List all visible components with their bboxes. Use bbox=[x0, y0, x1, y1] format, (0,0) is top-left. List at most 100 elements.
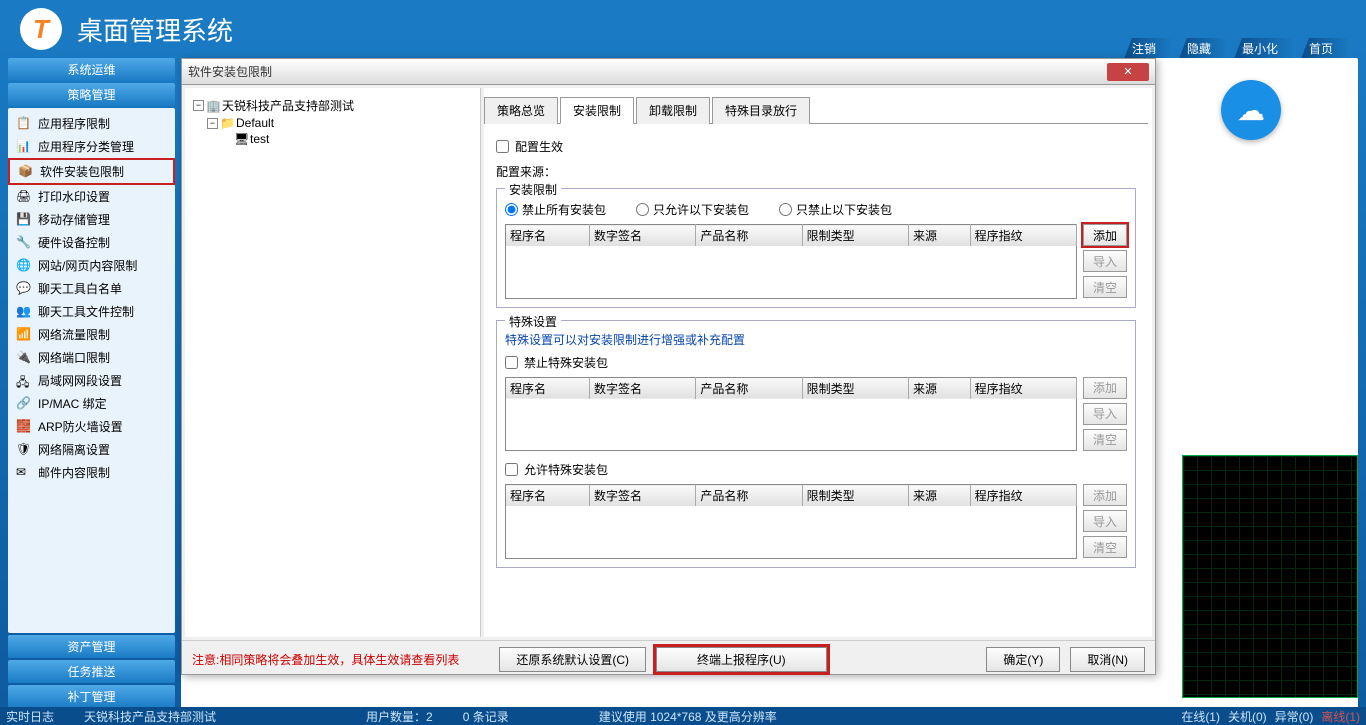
tree-root[interactable]: −🏢天锐科技产品支持部测试 bbox=[193, 96, 472, 115]
add-button[interactable]: 添加 bbox=[1083, 484, 1127, 506]
col-program[interactable]: 程序名 bbox=[506, 377, 590, 399]
sidebar-item-install-restrict[interactable]: 📦软件安装包限制 bbox=[8, 158, 175, 185]
tab-install[interactable]: 安装限制 bbox=[560, 97, 634, 124]
sidebar-item-isolation[interactable]: 🛡网络隔离设置 bbox=[8, 438, 175, 461]
tree-default[interactable]: −📁Default bbox=[207, 115, 472, 131]
sidebar-item-web-restrict[interactable]: 🌐网站/网页内容限制 bbox=[8, 254, 175, 277]
radio-allow-only[interactable]: 只允许以下安装包 bbox=[636, 201, 749, 218]
sidebar-item-app-category[interactable]: 📊应用程序分类管理 bbox=[8, 135, 175, 158]
col-type[interactable]: 限制类型 bbox=[802, 225, 908, 247]
sidebar-footer-patch[interactable]: 补丁管理 bbox=[8, 685, 175, 708]
traffic-icon: 📶 bbox=[16, 327, 32, 343]
col-source[interactable]: 来源 bbox=[909, 485, 971, 507]
tree-label: test bbox=[250, 132, 269, 146]
sidebar-item-usb[interactable]: 💾移动存储管理 bbox=[8, 208, 175, 231]
radio-label: 只禁止以下安装包 bbox=[796, 201, 892, 218]
col-fingerprint[interactable]: 程序指纹 bbox=[970, 225, 1076, 247]
radio-input[interactable] bbox=[779, 203, 792, 216]
sidebar-header-system[interactable]: 系统运维 bbox=[8, 58, 175, 81]
footer-note: 注意:相同策略将会叠加生效，具体生效请查看列表 bbox=[192, 651, 459, 668]
enable-config-checkbox[interactable] bbox=[496, 140, 509, 153]
tab-overview[interactable]: 策略总览 bbox=[484, 97, 558, 124]
collapse-icon[interactable]: − bbox=[193, 100, 204, 111]
add-button[interactable]: 添加 bbox=[1083, 224, 1127, 246]
col-fingerprint[interactable]: 程序指纹 bbox=[970, 377, 1076, 399]
status-log[interactable]: 实时日志 bbox=[6, 708, 54, 725]
forbid-special-table[interactable]: 程序名 数字签名 产品名称 限制类型 来源 程序指纹 bbox=[505, 377, 1077, 452]
radio-label: 禁止所有安装包 bbox=[522, 201, 606, 218]
sidebar-footer-asset[interactable]: 资产管理 bbox=[8, 635, 175, 658]
ok-button[interactable]: 确定(Y) bbox=[986, 647, 1060, 672]
nav-logout[interactable]: 注销 bbox=[1124, 38, 1174, 59]
allow-special-checkbox[interactable] bbox=[505, 463, 518, 476]
sidebar-item-label: IP/MAC 绑定 bbox=[38, 395, 107, 412]
radio-input[interactable] bbox=[636, 203, 649, 216]
statusbar: 实时日志 天锐科技产品支持部测试 用户数量：2 0 条记录 建议使用 1024*… bbox=[0, 707, 1366, 725]
sidebar-item-mail[interactable]: ✉邮件内容限制 bbox=[8, 461, 175, 484]
install-restriction-fieldset: 安装限制 禁止所有安装包 只允许以下安装包 只禁止以下安装包 程序名 bbox=[496, 188, 1136, 308]
add-button[interactable]: 添加 bbox=[1083, 377, 1127, 399]
tab-uninstall[interactable]: 卸载限制 bbox=[636, 97, 710, 124]
sidebar-item-arp[interactable]: 🧱ARP防火墙设置 bbox=[8, 415, 175, 438]
isolation-icon: 🛡 bbox=[16, 442, 32, 458]
top-nav: 注销 隐藏 最小化 首页 bbox=[1124, 38, 1351, 59]
col-source[interactable]: 来源 bbox=[909, 377, 971, 399]
col-type[interactable]: 限制类型 bbox=[802, 377, 908, 399]
cancel-button[interactable]: 取消(N) bbox=[1070, 647, 1145, 672]
col-program[interactable]: 程序名 bbox=[506, 225, 590, 247]
allow-special-table[interactable]: 程序名 数字签名 产品名称 限制类型 来源 程序指纹 bbox=[505, 484, 1077, 559]
nav-minimize[interactable]: 最小化 bbox=[1234, 38, 1296, 59]
col-signature[interactable]: 数字签名 bbox=[589, 377, 695, 399]
sidebar-item-label: 网络流量限制 bbox=[38, 326, 110, 343]
col-program[interactable]: 程序名 bbox=[506, 485, 590, 507]
sidebar-item-port[interactable]: 🔌网络端口限制 bbox=[8, 346, 175, 369]
sidebar-item-ipmac[interactable]: 🔗IP/MAC 绑定 bbox=[8, 392, 175, 415]
right-panel: 策略总览 安装限制 卸载限制 特殊目录放行 配置生效 配置来源： 安装限制 bbox=[484, 88, 1152, 637]
dialog-titlebar[interactable]: 软件安装包限制 ✕ bbox=[182, 59, 1155, 85]
col-fingerprint[interactable]: 程序指纹 bbox=[970, 485, 1076, 507]
col-type[interactable]: 限制类型 bbox=[802, 485, 908, 507]
status-suggest: 建议使用 1024*768 及更高分辨率 bbox=[599, 708, 777, 725]
col-source[interactable]: 来源 bbox=[909, 225, 971, 247]
status-abnormal: 异常(0) bbox=[1275, 708, 1314, 725]
col-signature[interactable]: 数字签名 bbox=[589, 485, 695, 507]
radio-forbid-all[interactable]: 禁止所有安装包 bbox=[505, 201, 606, 218]
app-icon: 📋 bbox=[16, 116, 32, 132]
radio-input[interactable] bbox=[505, 203, 518, 216]
cloud-badge[interactable]: ☁ bbox=[1221, 80, 1281, 140]
nav-hide[interactable]: 隐藏 bbox=[1179, 38, 1229, 59]
clear-button[interactable]: 清空 bbox=[1083, 536, 1127, 558]
radio-forbid-only[interactable]: 只禁止以下安装包 bbox=[779, 201, 892, 218]
sidebar-item-label: 应用程序分类管理 bbox=[38, 138, 134, 155]
sidebar-footer-task[interactable]: 任务推送 bbox=[8, 660, 175, 683]
terminal-report-button[interactable]: 终端上报程序(U) bbox=[656, 647, 827, 672]
tab-special-dir[interactable]: 特殊目录放行 bbox=[712, 97, 810, 124]
import-button[interactable]: 导入 bbox=[1083, 510, 1127, 532]
sidebar-item-print-watermark[interactable]: 🖨打印水印设置 bbox=[8, 185, 175, 208]
col-product[interactable]: 产品名称 bbox=[696, 485, 802, 507]
sidebar-item-app-restrict[interactable]: 📋应用程序限制 bbox=[8, 112, 175, 135]
collapse-icon[interactable]: − bbox=[207, 118, 218, 129]
sidebar-item-chat-file[interactable]: 👥聊天工具文件控制 bbox=[8, 300, 175, 323]
clear-button[interactable]: 清空 bbox=[1083, 276, 1127, 298]
tree-label: 天锐科技产品支持部测试 bbox=[222, 97, 354, 114]
sidebar-item-hardware[interactable]: 🔧硬件设备控制 bbox=[8, 231, 175, 254]
import-button[interactable]: 导入 bbox=[1083, 250, 1127, 272]
sidebar-item-chat-whitelist[interactable]: 💬聊天工具白名单 bbox=[8, 277, 175, 300]
close-button[interactable]: ✕ bbox=[1107, 63, 1149, 81]
nav-home[interactable]: 首页 bbox=[1301, 38, 1351, 59]
sidebar-item-traffic[interactable]: 📶 网络流量限制 bbox=[8, 323, 175, 346]
clear-button[interactable]: 清空 bbox=[1083, 429, 1127, 451]
forbid-special-checkbox[interactable] bbox=[505, 356, 518, 369]
sidebar-header-policy[interactable]: 策略管理 bbox=[8, 83, 175, 106]
restore-defaults-button[interactable]: 还原系统默认设置(C) bbox=[499, 647, 646, 672]
tree-test[interactable]: 🖥test bbox=[221, 131, 472, 147]
sidebar-item-lan[interactable]: 🖧局域网网段设置 bbox=[8, 369, 175, 392]
radio-label: 只允许以下安装包 bbox=[653, 201, 749, 218]
import-button[interactable]: 导入 bbox=[1083, 403, 1127, 425]
col-signature[interactable]: 数字签名 bbox=[589, 225, 695, 247]
col-product[interactable]: 产品名称 bbox=[696, 377, 802, 399]
pc-icon: 🖥 bbox=[234, 132, 248, 146]
col-product[interactable]: 产品名称 bbox=[696, 225, 802, 247]
install-table[interactable]: 程序名 数字签名 产品名称 限制类型 来源 程序指纹 bbox=[505, 224, 1077, 299]
